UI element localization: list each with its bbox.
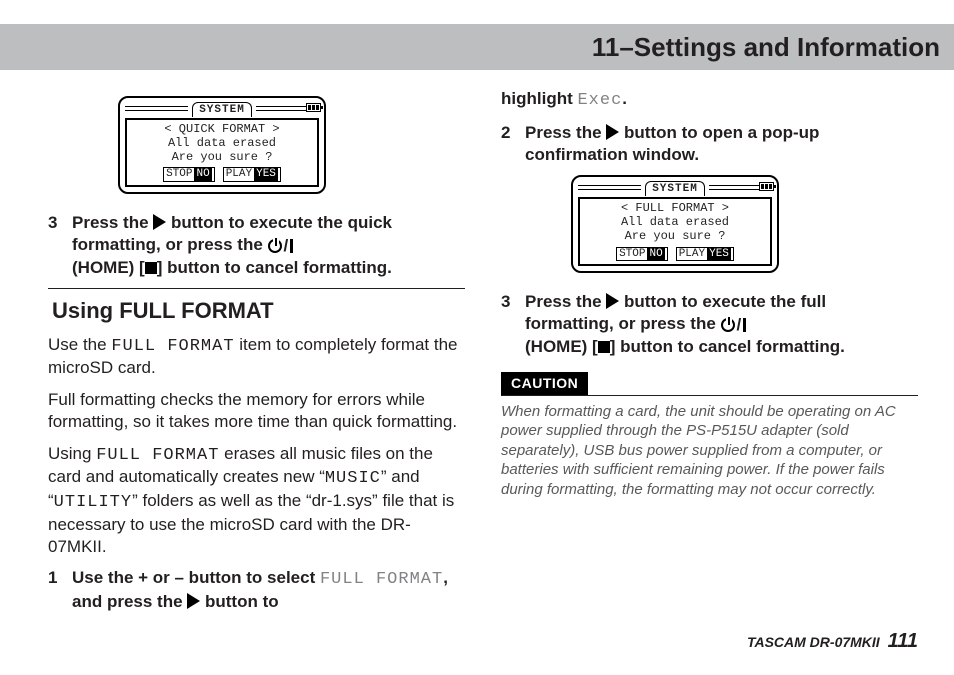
page-footer: TASCAM DR-07MKII 111	[747, 630, 918, 653]
lcd-line: Are you sure ?	[127, 151, 317, 165]
battery-icon	[759, 182, 774, 191]
lcd-line: All data erased	[127, 137, 317, 151]
lcd-stop-no: STOPNO	[616, 247, 668, 262]
lcd-play-yes: PLAYYES	[676, 247, 734, 262]
section-title: Using FULL FORMAT	[52, 297, 465, 325]
lcd-line: All data erased	[580, 216, 770, 230]
caution-text: When formatting a card, the unit should …	[501, 402, 918, 500]
play-icon	[187, 593, 200, 609]
play-icon	[606, 124, 619, 140]
lcd-full-format-screenshot: SYSTEM < FULL FORMAT > All data erased A…	[501, 175, 918, 273]
stop-icon	[145, 262, 157, 274]
lcd-play-yes: PLAYYES	[223, 167, 281, 182]
lcd-tab: SYSTEM	[192, 102, 252, 117]
caution-box: CAUTION When formatting a card, the unit…	[501, 368, 918, 499]
chapter-header: 11–Settings and Information	[0, 24, 954, 70]
step-2-full: 2 Press the button to open a pop-up conf…	[501, 122, 918, 166]
lcd-line: < FULL FORMAT >	[580, 202, 770, 216]
lcd-line: Are you sure ?	[580, 230, 770, 244]
step-1-continuation: highlight Exec.	[501, 88, 918, 112]
play-icon	[606, 293, 619, 309]
step-1-full: 1 Use the + or – button to select FULL F…	[48, 567, 465, 613]
play-icon	[153, 214, 166, 230]
step-3-full: 3 Press the button to execute the full f…	[501, 291, 918, 357]
battery-icon	[306, 103, 321, 112]
chapter-title: 11–Settings and Information	[592, 32, 940, 63]
caution-label: CAUTION	[501, 372, 588, 395]
paragraph: Using FULL FORMAT erases all music files…	[48, 443, 465, 558]
paragraph: Full formatting checks the memory for er…	[48, 389, 465, 433]
product-name: TASCAM DR-07MKII	[747, 634, 880, 650]
lcd-stop-no: STOPNO	[163, 167, 215, 182]
lcd-line: < QUICK FORMAT >	[127, 123, 317, 137]
lcd-quick-format-screenshot: SYSTEM < QUICK FORMAT > All data erased …	[48, 96, 465, 194]
two-column-body: SYSTEM < QUICK FORMAT > All data erased …	[48, 88, 918, 641]
lcd-tab: SYSTEM	[645, 181, 705, 196]
home-button-icon: /	[721, 314, 747, 336]
paragraph: Use the FULL FORMAT item to completely f…	[48, 334, 465, 380]
page-number: 111	[888, 630, 918, 652]
step-3-quick: 3 Press the button to execute the quick …	[48, 212, 465, 278]
section-rule	[48, 288, 465, 289]
home-button-icon: /	[268, 235, 294, 257]
stop-icon	[598, 341, 610, 353]
page: 11–Settings and Information SYSTEM < QUI…	[0, 0, 954, 675]
